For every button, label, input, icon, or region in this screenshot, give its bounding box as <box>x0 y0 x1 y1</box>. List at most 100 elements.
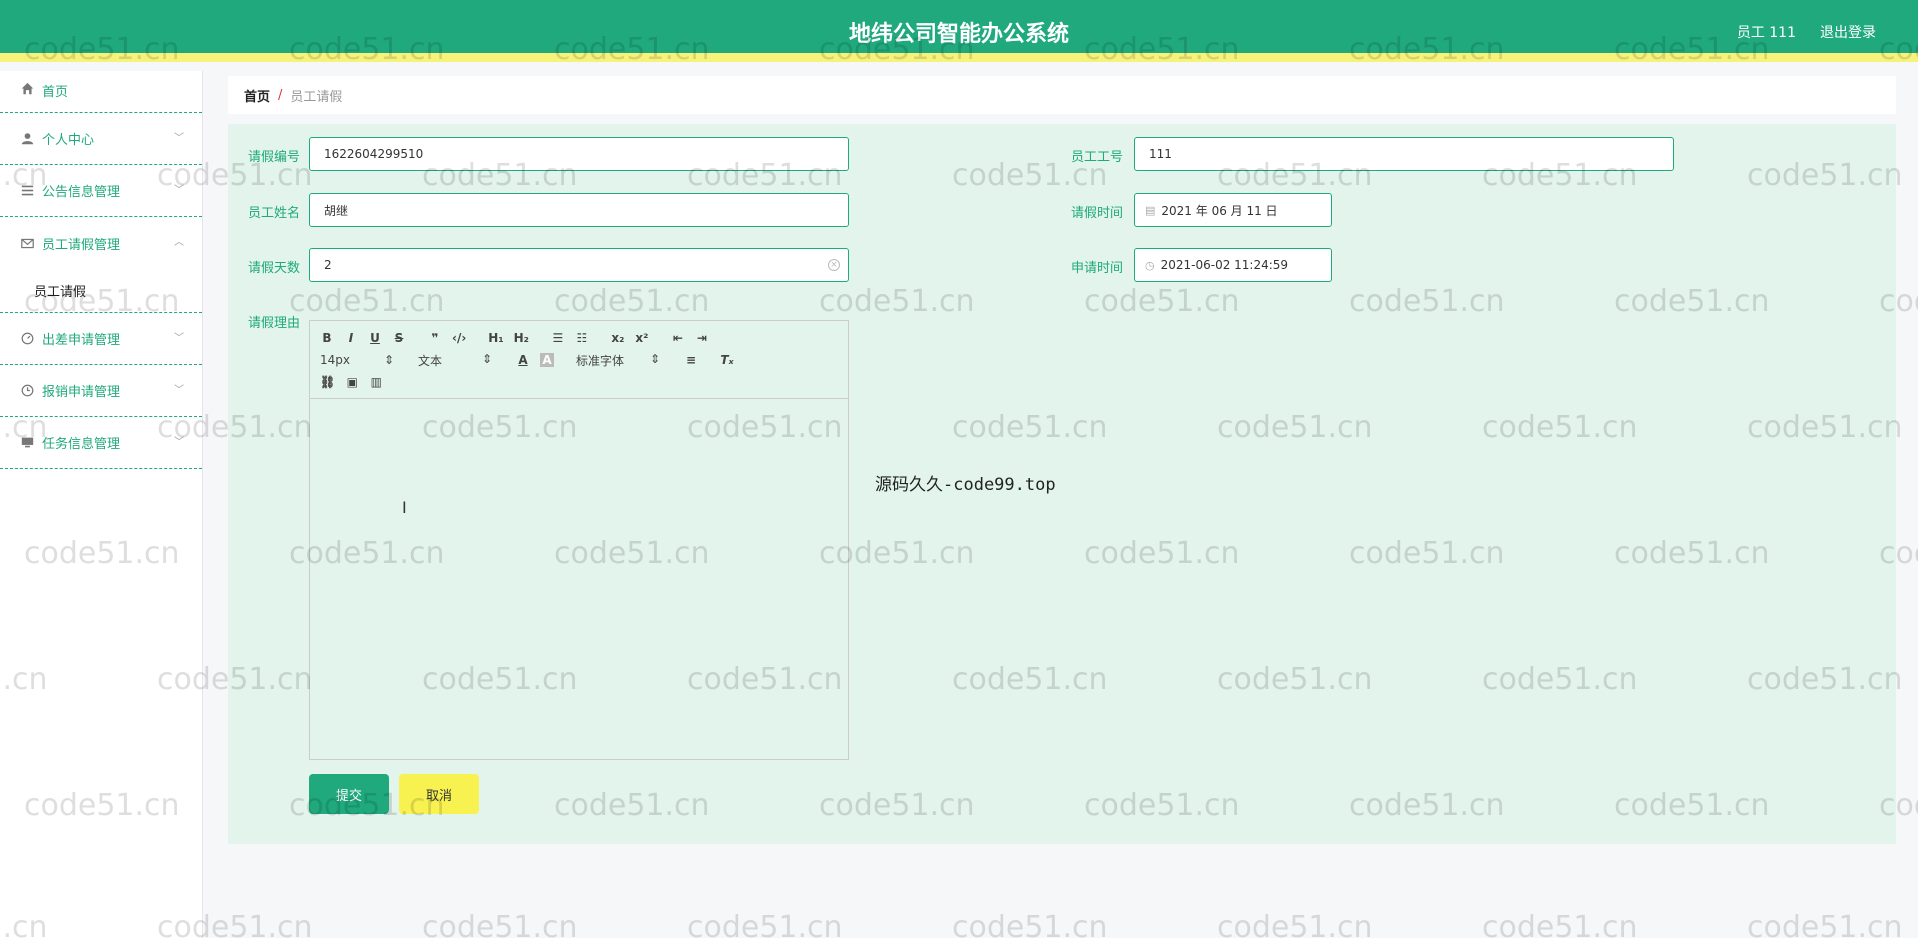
sidebar-item-profile[interactable]: 个人中心 ﹀ <box>0 113 202 165</box>
sidebar-item-label: 员工请假管理 <box>42 237 121 253</box>
block-type-value: 文本 <box>418 353 443 368</box>
apply-time-label: 申请时间 <box>1071 261 1124 276</box>
block-type-select[interactable]: 文本 ⇕ <box>418 352 492 369</box>
watermark-text: code51.cn <box>1482 910 1638 938</box>
font-size-select[interactable]: 14px ⇕ <box>320 353 394 367</box>
leave-days-value: 2 <box>324 258 332 272</box>
strike-icon[interactable]: S <box>392 331 406 345</box>
leave-no-field[interactable]: 1622604299510 <box>309 137 849 171</box>
monitor-icon <box>20 436 34 450</box>
leave-time-field[interactable]: ▤ 2021 年 06 月 11 日 <box>1134 193 1332 227</box>
align-icon[interactable]: ≡ <box>684 353 698 367</box>
bullet-list-icon[interactable]: ☷ <box>575 331 589 345</box>
underline-icon[interactable]: U <box>368 331 382 345</box>
leave-time-label: 请假时间 <box>1071 206 1124 221</box>
editor-content[interactable] <box>310 399 848 759</box>
watermark-text: code51.cn <box>1217 910 1373 938</box>
user-icon <box>20 132 34 146</box>
reason-label: 请假理由 <box>248 316 301 331</box>
sidebar-item-notice[interactable]: 公告信息管理 ﹀ <box>0 165 202 217</box>
sidebar-subitem-leave[interactable]: 员工请假 <box>0 269 202 313</box>
emp-name-field[interactable]: 胡继 <box>309 193 849 227</box>
image-icon[interactable]: ▣ <box>345 375 359 389</box>
home-icon <box>20 81 34 95</box>
breadcrumb-home[interactable]: 首页 <box>244 86 270 105</box>
emp-name-label: 员工姓名 <box>248 206 301 221</box>
sidebar-item-leave[interactable]: 员工请假管理 ︿ <box>0 217 202 269</box>
breadcrumb: 首页 / 员工请假 <box>228 76 1896 114</box>
heading1-icon[interactable]: H₁ <box>488 331 503 345</box>
watermark-text: code51.cn <box>1747 910 1903 938</box>
gauge-icon <box>20 332 34 346</box>
watermark-text: code51.cn <box>687 910 843 938</box>
emp-no-label: 员工工号 <box>1071 150 1124 165</box>
current-user: 员工 111 <box>1736 25 1796 41</box>
chevron-down-icon: ﹀ <box>174 437 184 448</box>
clear-format-icon[interactable]: Tₓ <box>720 353 734 367</box>
breadcrumb-current: 员工请假 <box>290 89 343 105</box>
breadcrumb-separator: / <box>278 87 283 103</box>
apply-time-field[interactable]: ◷ 2021-06-02 11:24:59 <box>1134 248 1332 282</box>
chevron-down-icon: ﹀ <box>174 333 184 344</box>
superscript-icon[interactable]: x² <box>635 331 649 345</box>
chevron-down-icon: ﹀ <box>174 185 184 196</box>
cancel-button[interactable]: 取消 <box>399 774 479 814</box>
sidebar-item-label: 报销申请管理 <box>42 385 121 400</box>
sidebar-item-label: 公告信息管理 <box>42 185 121 200</box>
sidebar-item-reimburse[interactable]: 报销申请管理 ﹀ <box>0 365 202 417</box>
sidebar-item-label: 首页 <box>42 85 69 100</box>
sidebar-item-trip[interactable]: 出差申请管理 ﹀ <box>0 313 202 365</box>
blockquote-icon[interactable]: ❞ <box>428 331 442 345</box>
apply-time-value: 2021-06-02 11:24:59 <box>1160 258 1289 272</box>
leave-form: 请假编号 1622604299510 员工工号 111 员工姓名 胡继 请假时间… <box>228 124 1896 844</box>
leave-days-field[interactable]: 2 × <box>309 248 849 282</box>
chevron-up-icon: ︿ <box>174 237 184 248</box>
editor-toolbar: B I U S ❞ ‹/› H₁ H₂ ☰ ☷ x₂ x² ⇤ ⇥ 14px ⇕ <box>310 321 848 399</box>
text-cursor-icon: I <box>402 498 407 517</box>
sidebar-item-label: 出差申请管理 <box>42 333 121 348</box>
italic-icon[interactable]: I <box>344 331 358 345</box>
subscript-icon[interactable]: x₂ <box>611 331 625 345</box>
sidebar-item-task[interactable]: 任务信息管理 ﹀ <box>0 417 202 469</box>
chevron-down-icon: ﹀ <box>174 385 184 396</box>
clock-icon: ◷ <box>1145 258 1155 272</box>
sidebar-item-label: 个人中心 <box>42 133 95 148</box>
code-icon[interactable]: ‹/› <box>452 331 466 345</box>
calendar-icon: ▤ <box>1145 203 1156 217</box>
logout-link[interactable]: 退出登录 <box>1820 22 1876 42</box>
watermark-text: code51.cn <box>422 910 578 938</box>
watermark-text: code51.cn <box>952 910 1108 938</box>
leave-no-value: 1622604299510 <box>324 147 424 161</box>
list-icon <box>20 184 34 198</box>
sidebar-item-label: 任务信息管理 <box>42 437 121 452</box>
leave-days-label: 请假天数 <box>248 261 301 276</box>
font-size-value: 14px <box>320 353 350 367</box>
emp-no-field[interactable]: 111 <box>1134 137 1674 171</box>
bold-icon[interactable]: B <box>320 331 334 345</box>
submit-button[interactable]: 提交 <box>309 774 389 814</box>
font-family-select[interactable]: 标准字体 ⇕ <box>576 352 660 369</box>
link-icon[interactable]: ⛓ <box>320 375 335 389</box>
top-header: 地纬公司智能办公系统 员工 111 退出登录 <box>0 0 1918 62</box>
sidebar-item-home[interactable]: 首页 <box>0 71 202 113</box>
leave-no-label: 请假编号 <box>248 150 301 165</box>
chevron-down-icon: ﹀ <box>174 133 184 144</box>
leave-time-value: 2021 年 06 月 11 日 <box>1161 203 1278 218</box>
select-arrows-icon: ⇕ <box>481 351 492 366</box>
ordered-list-icon[interactable]: ☰ <box>551 331 565 345</box>
indent-icon[interactable]: ⇥ <box>695 331 709 345</box>
heading2-icon[interactable]: H₂ <box>514 331 529 345</box>
emp-no-value: 111 <box>1149 147 1172 161</box>
select-arrows-icon: ⇕ <box>383 353 394 367</box>
font-color-icon[interactable]: A <box>516 353 530 367</box>
video-icon[interactable]: ▥ <box>369 375 383 389</box>
overlay-text: 源码久久-code99.top <box>875 475 1056 495</box>
mail-icon <box>20 236 34 250</box>
select-arrows-icon: ⇕ <box>649 351 660 366</box>
rich-text-editor: B I U S ❞ ‹/› H₁ H₂ ☰ ☷ x₂ x² ⇤ ⇥ 14px ⇕ <box>309 320 849 760</box>
outdent-icon[interactable]: ⇤ <box>671 331 685 345</box>
clear-icon[interactable]: × <box>828 259 840 271</box>
background-color-icon[interactable]: A <box>540 353 554 367</box>
font-family-value: 标准字体 <box>576 353 625 368</box>
clock-icon <box>20 384 34 398</box>
